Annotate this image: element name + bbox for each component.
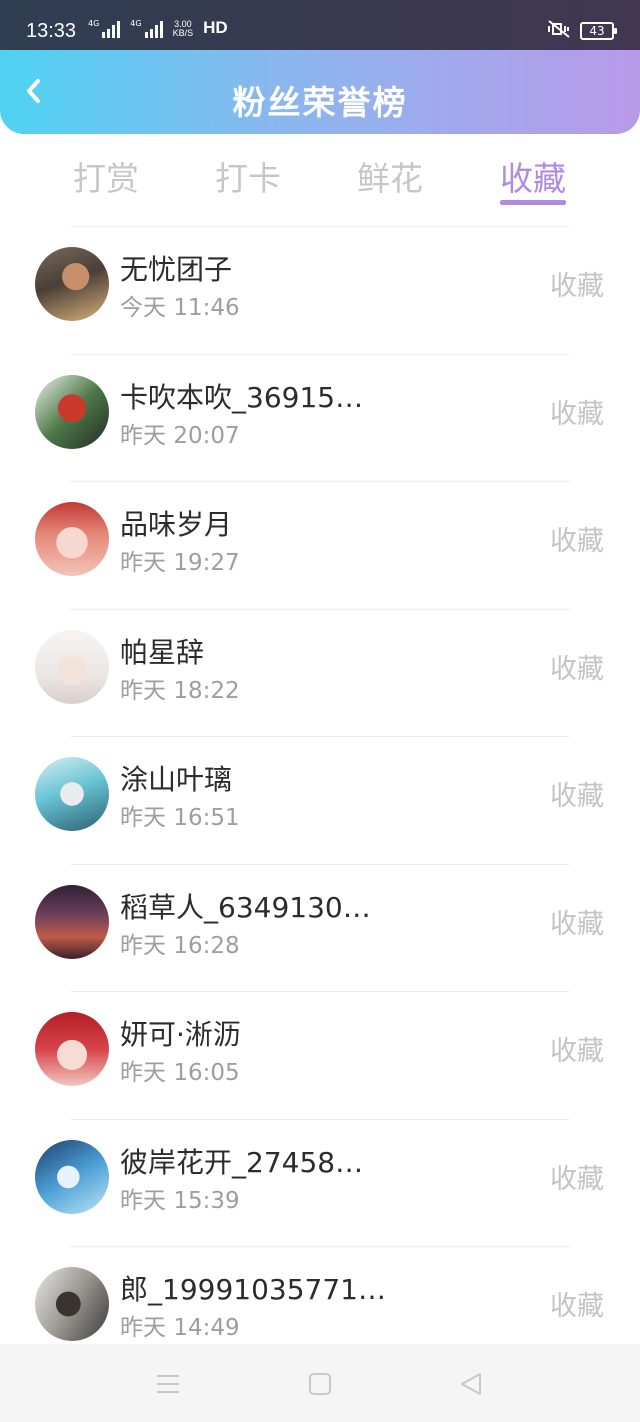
fan-name: 稻草人_6349130… (120, 890, 371, 924)
list-item[interactable]: 无忧团子 今天 11:46 收藏 (0, 226, 640, 354)
action-label: 收藏 (550, 1163, 604, 1195)
avatar[interactable] (35, 502, 109, 576)
avatar[interactable] (35, 374, 109, 449)
fan-day: 今天 (120, 295, 166, 321)
fan-clock: 11:46 (173, 295, 240, 321)
avatar[interactable] (35, 884, 109, 959)
fan-time: 昨天 14:49 (120, 1308, 240, 1342)
fan-time: 昨天 18:22 (120, 671, 240, 705)
fan-day: 昨天 (120, 1187, 166, 1214)
fan-name: 郎_19991035771… (120, 1273, 386, 1306)
fan-time: 昨天 16:28 (120, 926, 240, 960)
avatar[interactable] (35, 1012, 109, 1086)
home-button[interactable] (307, 1371, 333, 1397)
avatar[interactable] (35, 247, 109, 321)
menu-icon (157, 1375, 179, 1393)
screen: 13:33 4G 4G 3.00 KB/S HD 43 粉丝荣誉榜 打赏 打卡 … (0, 0, 640, 1422)
fan-name: 彼岸花开_27458… (120, 1145, 364, 1179)
list-item[interactable]: 彼岸花开_27458… 昨天 15:39 收藏 (0, 1118, 640, 1247)
fan-name: 卡吹本吹_36915… (120, 380, 364, 414)
network-type-label: 4G (130, 19, 142, 28)
fan-list: 无忧团子 今天 11:46 收藏 卡吹本吹_36915… 昨天 20:07 收藏… (0, 226, 640, 1374)
system-nav-bar (0, 1344, 640, 1422)
battery-icon: 43 (580, 22, 617, 40)
fan-clock: 16:51 (173, 805, 240, 831)
tab-reward[interactable]: 打赏 (56, 152, 156, 200)
fan-day: 昨天 (120, 1060, 166, 1086)
action-label: 收藏 (550, 1291, 604, 1322)
page-title: 粉丝荣誉榜 (232, 83, 408, 122)
speed-unit: KB/S (172, 28, 194, 38)
home-square-icon (309, 1373, 331, 1395)
list-item[interactable]: 卡吹本吹_36915… 昨天 20:07 收藏 (0, 353, 640, 482)
tab-favorites[interactable]: 收藏 (483, 152, 583, 200)
tab-flowers[interactable]: 鲜花 (340, 152, 440, 200)
avatar[interactable] (35, 629, 109, 704)
network-speed: 3.00 KB/S (173, 20, 194, 38)
fan-day: 昨天 (120, 932, 166, 959)
avatar[interactable] (35, 1139, 109, 1214)
avatar[interactable] (35, 757, 109, 831)
fan-time: 昨天 16:51 (120, 798, 240, 832)
network-status: 4G 4G 3.00 KB/S HD (88, 18, 228, 38)
action-label: 收藏 (550, 908, 604, 940)
action-label: 收藏 (550, 653, 604, 685)
list-item[interactable]: 品味岁月 昨天 19:27 收藏 (0, 481, 640, 609)
back-nav-button[interactable] (458, 1371, 484, 1397)
fan-day: 昨天 (120, 805, 166, 831)
fan-time: 今天 11:46 (120, 288, 240, 322)
action-label: 收藏 (550, 271, 604, 302)
active-tab-indicator (500, 200, 566, 205)
list-item[interactable]: 稻草人_6349130… 昨天 16:28 收藏 (0, 863, 640, 992)
network-type-label: 4G (88, 19, 100, 28)
fan-day: 昨天 (120, 422, 166, 449)
action-label: 收藏 (550, 398, 604, 430)
fan-name: 帕星辞 (120, 635, 205, 669)
fan-clock: 16:05 (173, 1060, 240, 1086)
fan-clock: 15:39 (173, 1187, 240, 1214)
fan-day: 昨天 (120, 677, 166, 704)
fan-clock: 16:28 (173, 932, 240, 959)
tab-checkin[interactable]: 打卡 (198, 152, 298, 200)
mute-vibrate-icon (546, 19, 572, 43)
status-right: 43 (546, 19, 617, 43)
fan-day: 昨天 (120, 1315, 166, 1341)
fan-clock: 19:27 (173, 550, 240, 576)
status-time: 13:33 (26, 20, 77, 42)
avatar[interactable] (35, 1267, 109, 1341)
fan-name: 涂山叶璃 (120, 763, 233, 796)
list-item[interactable]: 涂山叶璃 昨天 16:51 收藏 (0, 736, 640, 864)
fan-time: 昨天 16:05 (120, 1053, 240, 1087)
fan-clock: 18:22 (173, 677, 240, 704)
hd-indicator: HD (203, 18, 228, 37)
signal-icon: 4G (88, 19, 121, 38)
fan-clock: 14:49 (173, 1315, 240, 1341)
action-label: 收藏 (550, 526, 604, 557)
tab-bar: 打赏 打卡 鲜花 收藏 (0, 140, 640, 220)
fan-day: 昨天 (120, 550, 166, 576)
fan-time: 昨天 19:27 (120, 543, 240, 577)
fan-name: 妍可·淅沥 (120, 1018, 241, 1051)
fan-clock: 20:07 (173, 422, 240, 449)
fan-time: 昨天 20:07 (120, 416, 240, 450)
fan-time: 昨天 15:39 (120, 1181, 240, 1215)
fan-name: 无忧团子 (120, 253, 233, 286)
signal-icon: 4G (130, 19, 163, 38)
status-bar: 13:33 4G 4G 3.00 KB/S HD 43 (0, 0, 640, 50)
list-item[interactable]: 帕星辞 昨天 18:22 收藏 (0, 608, 640, 737)
header: 粉丝荣誉榜 (0, 50, 640, 134)
list-item[interactable]: 妍可·淅沥 昨天 16:05 收藏 (0, 991, 640, 1119)
menu-button[interactable] (155, 1371, 181, 1397)
fan-name: 品味岁月 (120, 508, 233, 541)
action-label: 收藏 (550, 781, 604, 812)
back-triangle-icon (461, 1373, 481, 1395)
action-label: 收藏 (550, 1036, 604, 1067)
